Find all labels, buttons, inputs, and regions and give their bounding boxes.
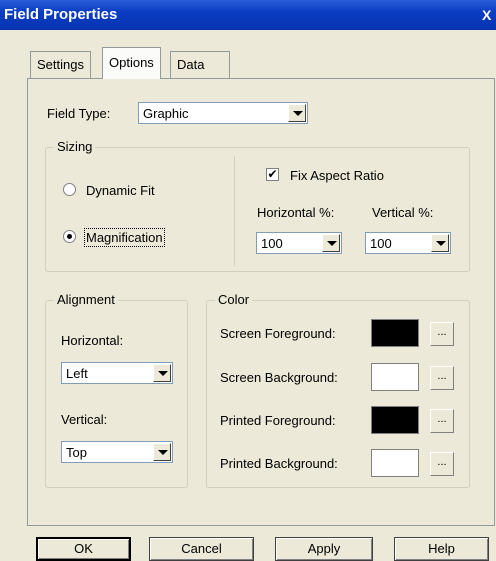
alignment-horizontal-value: Left	[66, 366, 88, 381]
chevron-down-icon[interactable]	[288, 104, 306, 122]
field-type-select[interactable]: Graphic	[138, 102, 308, 124]
vertical-percent-select[interactable]: 100	[365, 232, 451, 254]
color-legend: Color	[215, 292, 253, 307]
fix-aspect-ratio-label[interactable]: Fix Aspect Ratio	[290, 168, 384, 183]
alignment-vertical-value: Top	[66, 445, 87, 460]
sizing-divider	[234, 156, 235, 266]
screen-foreground-swatch[interactable]	[371, 319, 419, 347]
options-content: Field Type: Graphic Sizing Dynamic Fit M…	[0, 0, 496, 561]
dynamic-fit-radio[interactable]	[63, 183, 76, 196]
vertical-percent-label: Vertical %:	[372, 205, 434, 220]
ok-button[interactable]: OK	[36, 537, 131, 561]
printed-foreground-label: Printed Foreground:	[220, 413, 336, 428]
printed-background-browse-button[interactable]: ...	[430, 452, 454, 476]
alignment-horizontal-select[interactable]: Left	[61, 362, 173, 384]
cancel-button[interactable]: Cancel	[149, 537, 254, 561]
fix-aspect-ratio-checkbox[interactable]: ✔	[266, 168, 279, 181]
screen-foreground-label: Screen Foreground:	[220, 326, 336, 341]
printed-foreground-browse-button[interactable]: ...	[430, 409, 454, 433]
magnification-radio[interactable]	[63, 230, 76, 243]
chevron-down-icon[interactable]	[153, 443, 171, 461]
horizontal-percent-select[interactable]: 100	[256, 232, 342, 254]
field-type-value: Graphic	[143, 106, 189, 121]
chevron-down-icon[interactable]	[153, 364, 171, 382]
screen-background-label: Screen Background:	[220, 370, 338, 385]
magnification-label[interactable]: Magnification	[84, 228, 165, 247]
printed-background-swatch[interactable]	[371, 449, 419, 477]
alignment-horizontal-label: Horizontal:	[61, 333, 124, 348]
dynamic-fit-label[interactable]: Dynamic Fit	[86, 183, 155, 198]
horizontal-percent-value: 100	[261, 236, 283, 251]
alignment-vertical-select[interactable]: Top	[61, 441, 173, 463]
vertical-percent-value: 100	[370, 236, 392, 251]
screen-background-browse-button[interactable]: ...	[430, 366, 454, 390]
screen-background-swatch[interactable]	[371, 363, 419, 391]
alignment-vertical-label: Vertical:	[61, 412, 108, 427]
horizontal-percent-label: Horizontal %:	[257, 205, 335, 220]
sizing-legend: Sizing	[54, 139, 96, 154]
alignment-legend: Alignment	[54, 292, 118, 307]
screen-foreground-browse-button[interactable]: ...	[430, 322, 454, 346]
chevron-down-icon[interactable]	[322, 234, 340, 252]
chevron-down-icon[interactable]	[431, 234, 449, 252]
help-button[interactable]: Help	[394, 537, 489, 561]
apply-button[interactable]: Apply	[275, 537, 373, 561]
field-type-label: Field Type:	[47, 106, 111, 121]
printed-foreground-swatch[interactable]	[371, 406, 419, 434]
printed-background-label: Printed Background:	[220, 456, 338, 471]
